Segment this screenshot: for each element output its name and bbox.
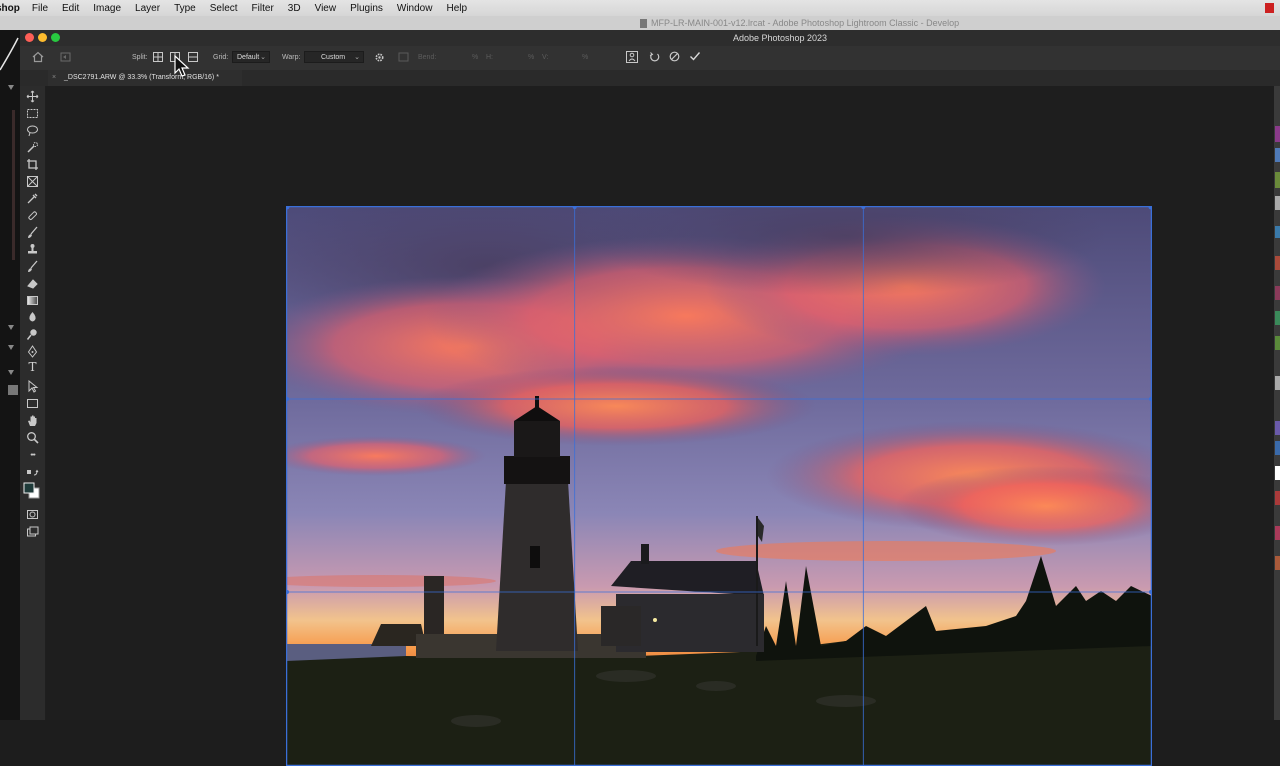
- lightroom-titlebar: MFP-LR-MAIN-001-v12.lrcat - Adobe Photos…: [0, 16, 1280, 30]
- split-label: Split:: [132, 54, 148, 61]
- gradient-tool-icon[interactable]: [26, 294, 39, 307]
- status-record-icon: [1265, 3, 1274, 13]
- close-tab-icon[interactable]: ×: [52, 70, 56, 86]
- document-canvas[interactable]: [46, 86, 1274, 766]
- eyedropper-tool-icon[interactable]: [26, 192, 39, 205]
- chevron-down-icon: ⌄: [354, 54, 360, 61]
- quick-mask-icon[interactable]: [26, 508, 39, 521]
- path-selection-tool-icon[interactable]: [26, 380, 39, 393]
- cancel-icon[interactable]: [669, 51, 680, 62]
- lightroom-window-title: MFP-LR-MAIN-001-v12.lrcat - Adobe Photos…: [651, 18, 960, 28]
- menu-3d[interactable]: 3D: [288, 3, 301, 14]
- photoshop-window: Adobe Photoshop 2023 Split: Grid: Defaul…: [20, 30, 1280, 766]
- document-tab-title: _DSC2791.ARW @ 33.3% (Transform, RGB/16)…: [64, 74, 219, 81]
- transform-icon: [60, 52, 71, 62]
- ps-window-title: Adobe Photoshop 2023: [732, 33, 828, 43]
- puppet-warp-icon[interactable]: [626, 51, 638, 63]
- tools-panel: T •••: [20, 86, 46, 720]
- grid-select[interactable]: Default ⌄: [232, 51, 270, 63]
- screen-mode-icon[interactable]: [26, 525, 39, 538]
- lasso-tool-icon[interactable]: [26, 124, 39, 137]
- disabled-option: [92, 54, 102, 62]
- settings-gear-icon[interactable]: [374, 52, 385, 63]
- more-tools-icon[interactable]: •••: [26, 449, 39, 462]
- menu-edit[interactable]: Edit: [62, 3, 79, 14]
- menu-plugins[interactable]: Plugins: [350, 3, 383, 14]
- healing-brush-tool-icon[interactable]: [26, 209, 39, 222]
- background-window-edge: [0, 30, 20, 720]
- menu-image[interactable]: Image: [93, 3, 121, 14]
- cursor-arrow-icon: [174, 55, 190, 77]
- bend-label: Bend:: [418, 54, 437, 61]
- commit-check-icon[interactable]: [689, 51, 701, 62]
- reset-icon[interactable]: [649, 51, 660, 62]
- default-colors-icon[interactable]: [26, 469, 39, 477]
- rectangle-tool-icon[interactable]: [26, 397, 39, 410]
- document-tab-bar: × _DSC2791.ARW @ 33.3% (Transform, RGB/1…: [20, 70, 1280, 86]
- home-icon[interactable]: [32, 51, 44, 63]
- marquee-tool-icon[interactable]: [26, 107, 39, 120]
- quick-selection-tool-icon[interactable]: [26, 141, 39, 154]
- eraser-tool-icon[interactable]: [26, 277, 39, 290]
- menu-window[interactable]: Window: [397, 3, 433, 14]
- bend-percent: %: [472, 54, 479, 61]
- warp-select[interactable]: Custom ⌄: [304, 51, 364, 63]
- menu-view[interactable]: View: [315, 3, 337, 14]
- menu-select[interactable]: Select: [210, 3, 238, 14]
- warp-select-value: Custom: [321, 54, 346, 61]
- pen-tool-icon[interactable]: [26, 345, 39, 358]
- menu-layer[interactable]: Layer: [135, 3, 160, 14]
- menu-file[interactable]: File: [32, 3, 48, 14]
- ps-titlebar: Adobe Photoshop 2023: [20, 30, 1280, 46]
- crop-tool-icon[interactable]: [26, 158, 39, 171]
- document-icon: [640, 18, 647, 28]
- menu-help[interactable]: Help: [446, 3, 467, 14]
- lighthouse-sunset-photo[interactable]: [286, 206, 1152, 766]
- brush-tool-icon[interactable]: [26, 226, 39, 239]
- blur-tool-icon[interactable]: [26, 311, 39, 324]
- v-percent: %: [582, 54, 589, 61]
- menu-filter[interactable]: Filter: [252, 3, 274, 14]
- menu-type[interactable]: Type: [174, 3, 196, 14]
- clone-stamp-tool-icon[interactable]: [26, 243, 39, 256]
- grid-label: Grid:: [213, 54, 229, 61]
- type-tool-icon[interactable]: T: [26, 361, 39, 374]
- zoom-tool-icon[interactable]: [26, 431, 39, 444]
- document-tab[interactable]: × _DSC2791.ARW @ 33.3% (Transform, RGB/1…: [48, 70, 242, 86]
- history-brush-tool-icon[interactable]: [26, 260, 39, 273]
- panel-dock-strip[interactable]: [1274, 86, 1280, 720]
- grid-select-value: Default: [237, 54, 260, 61]
- mac-menubar: shop File Edit Image Layer Type Select F…: [0, 0, 1280, 16]
- h-label: H:: [486, 54, 493, 61]
- app-menu[interactable]: shop: [0, 3, 20, 14]
- move-tool-icon[interactable]: [26, 90, 39, 103]
- split-cross-icon[interactable]: [153, 52, 163, 62]
- dodge-tool-icon[interactable]: [26, 328, 39, 341]
- frame-tool-icon[interactable]: [26, 175, 39, 188]
- hand-tool-icon[interactable]: [26, 414, 39, 427]
- h-percent: %: [528, 54, 535, 61]
- chevron-down-icon: ⌄: [260, 54, 266, 61]
- v-label: V:: [542, 54, 549, 61]
- warp-label: Warp:: [282, 54, 301, 61]
- foreground-background-color-swatch[interactable]: [23, 482, 41, 500]
- options-bar: Split: Grid: Default ⌄ Warp: Custom ⌄ Be…: [20, 46, 1280, 70]
- warp-orientation-icon: [398, 52, 409, 62]
